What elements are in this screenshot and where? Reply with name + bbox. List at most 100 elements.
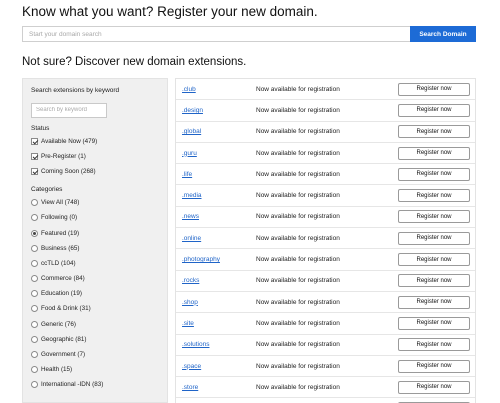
category-option-label: Health (15) — [41, 366, 73, 374]
category-option[interactable]: Generic (76) — [31, 317, 167, 332]
radio-icon[interactable] — [31, 259, 38, 267]
radio-icon[interactable] — [31, 351, 38, 359]
keyword-label: Search extensions by keyword — [31, 87, 120, 94]
category-option[interactable]: Commerce (84) — [31, 271, 167, 286]
extension-link[interactable]: .site — [182, 320, 194, 327]
category-option[interactable]: Government (7) — [31, 347, 167, 362]
status-option[interactable]: Coming Soon (268) — [31, 164, 167, 179]
radio-icon[interactable] — [31, 229, 38, 237]
extension-link[interactable]: .media — [182, 192, 202, 199]
checkbox-icon[interactable] — [31, 152, 38, 160]
extension-row: .media Now available for registration Regi… — [176, 185, 475, 207]
extension-link[interactable]: .guru — [182, 150, 197, 157]
radio-icon[interactable] — [31, 290, 38, 298]
extension-link[interactable]: .photography — [182, 256, 220, 263]
extension-link[interactable]: .design — [182, 107, 203, 114]
availability-status: Now available for registration — [256, 383, 340, 391]
radio-icon[interactable] — [31, 305, 38, 313]
extension-row: .design Now available for registration Reg… — [176, 100, 475, 122]
extension-row: .club Now available for registration Regis… — [176, 79, 475, 101]
register-now-button[interactable]: Register now — [398, 338, 470, 352]
category-option[interactable]: Education (19) — [31, 286, 167, 301]
register-now-button[interactable]: Register now — [398, 167, 470, 181]
radio-icon[interactable] — [31, 335, 38, 343]
extension-link[interactable]: .global — [182, 128, 201, 135]
extension-link[interactable]: .online — [182, 235, 201, 242]
category-option[interactable]: ccTLD (104) — [31, 256, 167, 271]
extension-link[interactable]: .space — [182, 363, 201, 370]
availability-status: Now available for registration — [256, 106, 340, 114]
radio-icon[interactable] — [31, 366, 38, 374]
category-option[interactable]: Geographic (81) — [31, 332, 167, 347]
extension-row: .global Now available for registration Reg… — [176, 122, 475, 143]
category-option[interactable]: International -IDN (83) — [31, 377, 167, 392]
availability-status: Now available for registration — [256, 319, 340, 327]
register-now-button[interactable]: Register now — [398, 210, 470, 224]
availability-status: Now available for registration — [256, 298, 340, 306]
status-option-label: Pre-Register (1) — [41, 152, 86, 160]
extension-row: .life Now available for registration Regis… — [176, 164, 475, 186]
register-now-button[interactable]: Register now — [398, 231, 470, 245]
register-now-button[interactable]: Register now — [398, 103, 470, 117]
category-option-label: Generic (76) — [41, 320, 76, 328]
category-option-label: Geographic (81) — [41, 335, 87, 343]
category-option[interactable]: Following (0) — [31, 210, 167, 225]
register-now-button[interactable]: Register now — [398, 274, 470, 288]
radio-icon[interactable] — [31, 381, 38, 389]
extension-row: .shop Now available for registration Regis… — [176, 292, 475, 314]
register-now-button[interactable]: Register now — [398, 253, 470, 267]
categories-filter-list: View All (748) Following (0) Featured (19)… — [31, 195, 167, 402]
categories-heading: Categories — [31, 186, 63, 194]
checkbox-icon[interactable] — [31, 167, 38, 175]
register-now-button[interactable]: Register now — [398, 146, 470, 160]
category-option-label: Government (7) — [41, 351, 86, 359]
extension-link[interactable]: .shop — [182, 299, 198, 306]
category-option-label: Food & Drink (31) — [41, 305, 91, 313]
availability-status: Now available for registration — [256, 213, 340, 221]
extension-link[interactable]: .life — [182, 171, 192, 178]
register-now-button[interactable]: Register now — [398, 380, 470, 394]
register-now-button[interactable]: Register now — [398, 316, 470, 330]
search-domain-button[interactable]: Search Domain — [410, 26, 476, 42]
status-heading: Status — [31, 124, 50, 132]
status-option[interactable]: Available Now (479) — [31, 134, 167, 149]
category-option-label: Following (0) — [41, 214, 78, 222]
extension-row: .space Now available for registration Regi… — [176, 356, 475, 378]
category-option[interactable]: Health (15) — [31, 362, 167, 377]
category-option[interactable]: Food & Drink (31) — [31, 301, 167, 316]
keyword-search-input[interactable] — [31, 102, 107, 118]
register-now-button[interactable]: Register now — [398, 189, 470, 203]
radio-icon[interactable] — [31, 275, 38, 283]
extension-row: .site Now available for registration Regis… — [176, 313, 475, 335]
category-option-label: International -IDN (83) — [41, 381, 104, 389]
availability-status: Now available for registration — [256, 170, 340, 178]
availability-status: Now available for registration — [256, 362, 340, 370]
extension-link[interactable]: .store — [182, 384, 198, 391]
category-option[interactable]: Featured (19) — [31, 225, 167, 240]
checkbox-icon[interactable] — [31, 137, 38, 145]
availability-status: Now available for registration — [256, 277, 340, 285]
category-option[interactable]: View All (748) — [31, 195, 167, 210]
availability-status: Now available for registration — [256, 341, 340, 349]
register-now-button[interactable]: Register now — [398, 82, 470, 96]
register-now-button[interactable]: Register now — [398, 125, 470, 139]
domain-search-input[interactable] — [22, 26, 410, 42]
extension-link[interactable]: .news — [182, 213, 199, 220]
radio-icon[interactable] — [31, 320, 38, 328]
register-now-button[interactable]: Register now — [398, 295, 470, 309]
radio-icon[interactable] — [31, 214, 38, 222]
extension-link[interactable]: .rocks — [182, 277, 199, 284]
register-now-button[interactable]: Register now — [398, 359, 470, 373]
radio-icon[interactable] — [31, 199, 38, 207]
extension-link[interactable]: .solutions — [182, 341, 209, 348]
availability-status: Now available for registration — [256, 149, 340, 157]
extension-row: .online Now available for registration Reg… — [176, 228, 475, 250]
category-option[interactable]: Business (65) — [31, 241, 167, 256]
category-option-label: Business (65) — [41, 244, 80, 252]
status-option[interactable]: Pre-Register (1) — [31, 149, 167, 164]
radio-icon[interactable] — [31, 244, 38, 252]
status-option-label: Coming Soon (268) — [41, 167, 96, 175]
extension-row: .solutions Now available for registration… — [176, 335, 475, 356]
extension-link[interactable]: .club — [182, 86, 196, 93]
discover-title: Not sure? Discover new domain extensions… — [22, 56, 247, 68]
